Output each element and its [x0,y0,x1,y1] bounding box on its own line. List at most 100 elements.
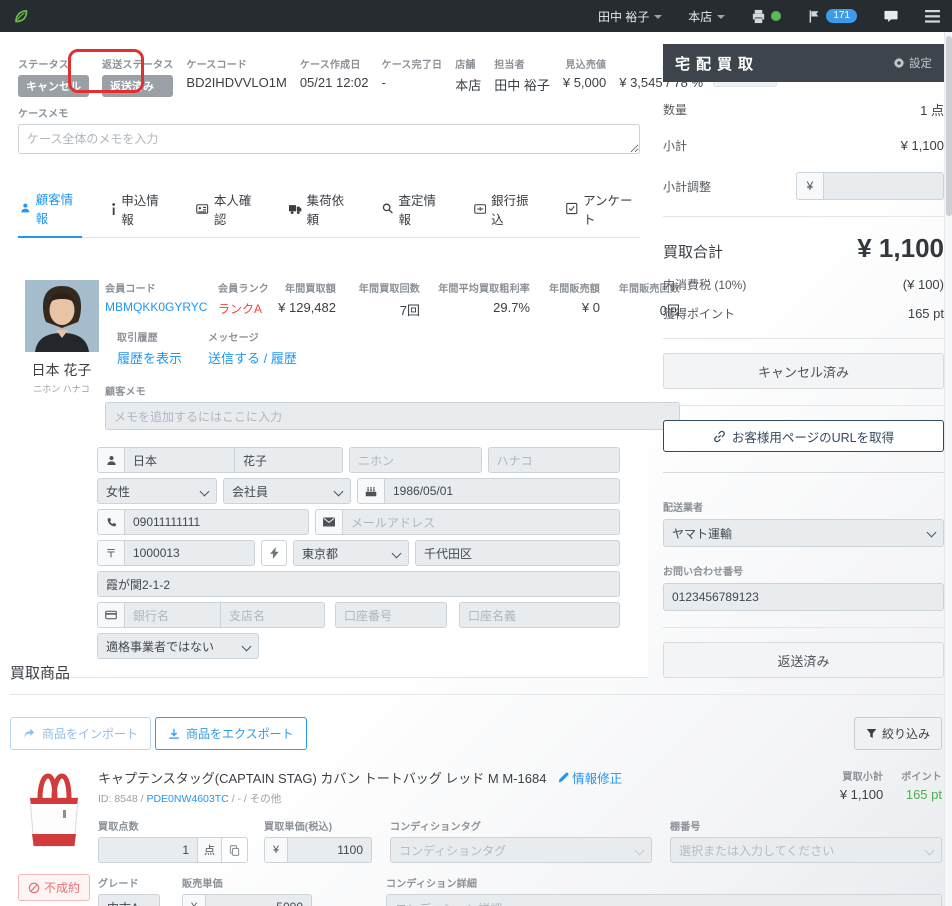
total-row: 買取合計 ¥ 1,100 [663,233,944,264]
case-header: ステータス キャンセル 返送ステータス 返送済み ケースコード BD2IHDVV… [10,44,778,97]
app-logo-icon[interactable] [12,7,30,25]
shelf-number-select[interactable]: 選択または入力してください [670,837,942,863]
download-icon [169,728,179,739]
condition-detail-input[interactable] [386,894,942,906]
case-memo-label: ケースメモ [18,109,69,120]
import-products-button[interactable]: 商品をインポート [10,717,152,750]
tab-label: 査定情報 [398,193,436,227]
postal-lookup-button[interactable] [261,540,287,566]
product-totals: 買取小計 ¥ 1,100 ポイント 165 pt [830,768,942,802]
customer-kana: ニホン ハナコ [33,384,90,394]
kana-first-field[interactable]: ハナコ [487,447,620,473]
stat-label: 年間買取回数 [358,284,420,295]
scrollbar[interactable] [944,32,952,906]
unit-price-input[interactable]: 1100 [288,837,372,863]
account-number-field[interactable]: 口座番号 [335,602,447,628]
product-row: 不成約 キャプテンスタッグ(CAPTAIN STAG) カバン トートバッグ レ… [10,768,942,906]
customer-section: 日本 花子 ニホン ハナコ 会員コード MBMQKK0GYRYC 会員ランク ラ… [18,280,680,433]
kana-last-field[interactable]: ニホン [349,447,482,473]
bank-name-field[interactable]: 銀行名 [125,602,221,628]
last-name-field[interactable]: 日本 [125,447,235,473]
member-code-link[interactable]: MBMQKK0GYRYC [105,300,218,314]
settings-label: 設定 [909,58,932,70]
cancelled-button[interactable]: キャンセル済み [663,353,944,389]
import-button-label: 商品をインポート [42,727,139,741]
qty-row: 数量 1 点 [663,100,944,119]
chat-menu[interactable] [883,9,899,24]
sale-price-input[interactable]: 5000 [206,894,312,906]
message-history-link[interactable]: 履歴 [271,351,297,366]
case-completed-group: ケース完了日 - [382,56,443,90]
product-code-link[interactable]: PDE0NW4603TC [146,793,228,805]
gender-select[interactable]: 女性 [97,478,217,504]
customer-stats: 会員コード MBMQKK0GYRYC 会員ランク ランクA 年間買取額 ¥ 12… [105,280,680,319]
export-products-button[interactable]: 商品をエクスポート [155,717,307,750]
account-holder-field[interactable]: 口座名義 [459,602,620,628]
branch-name-field[interactable]: 支店名 [221,602,325,628]
product-qty-input[interactable]: 1 [98,837,198,863]
phone-field[interactable]: 09011111111 [125,509,309,535]
customer-photo-column: 日本 花子 ニホン ハナコ [18,280,105,433]
chat-bubble-icon [884,10,898,22]
grade-select[interactable]: 中古A [98,894,160,906]
search-icon [382,203,393,214]
unsold-badge: 不成約 [17,874,90,901]
person-icon [21,203,30,213]
tab-survey[interactable]: アンケート [564,183,640,237]
tab-assessment-info[interactable]: 査定情報 [380,183,445,237]
address-field[interactable]: 霞が関2-1-2 [97,571,620,597]
qty-label: 数量 [663,103,688,117]
show-history-link[interactable]: 履歴を表示 [117,348,182,367]
customer-page-url-button[interactable]: お客様用ページのURLを取得 [663,420,944,452]
stat-label: 年間買取額 [285,284,336,295]
prefecture-select[interactable]: 東京都 [293,540,409,566]
case-staff-group: 担当者 田中 裕子 [494,56,550,94]
store-menu[interactable]: 本店 [688,8,726,25]
product-image[interactable] [16,768,92,860]
case-memo-input[interactable] [18,124,640,154]
tab-pickup-request[interactable]: 集荷依頼 [287,183,353,237]
condition-tag-select[interactable]: コンディションタグ [390,837,652,863]
customer-main: 会員コード MBMQKK0GYRYC 会員ランク ランクA 年間買取額 ¥ 12… [105,280,680,433]
settings-button[interactable]: 設定 [893,55,932,71]
birthday-field[interactable]: 1986/05/01 [385,478,620,504]
occupation-select[interactable]: 会社員 [223,478,351,504]
return-status-label: 返送ステータス [102,60,174,71]
city-field[interactable]: 千代田区 [415,540,620,566]
tab-label: 集荷依頼 [306,193,345,227]
divider [663,216,944,217]
printer-status[interactable] [751,9,782,24]
email-field[interactable]: メールアドレス [343,509,620,535]
tab-customer-info[interactable]: 顧客情報 [18,183,82,238]
tab-bank-transfer[interactable]: 銀行振込 [472,183,538,237]
carrier-select[interactable]: ヤマト運輸 [663,519,944,547]
main-menu[interactable] [925,9,940,23]
divider [663,405,944,406]
flag-icon [809,9,819,23]
filter-button[interactable]: 絞り込み [853,717,942,750]
qty-value: 1 点 [920,103,944,118]
customer-memo-input[interactable] [105,402,680,430]
order-summary-panel: 宅配買取 設定 数量 1 点 小計 ¥ 1,100 小計調整 ¥ 買取合計 ¥ … [663,44,944,695]
case-staff-label: 担当者 [494,60,525,71]
status-badge: キャンセル [18,75,89,97]
invoice-status-select[interactable]: 適格事業者ではない [97,633,259,659]
tab-application-info[interactable]: 申込情報 [109,183,168,237]
adjustment-input[interactable] [824,172,944,200]
scrollbar-thumb[interactable] [946,36,952,216]
case-memo-section: ケースメモ [10,97,648,157]
first-name-field[interactable]: 花子 [235,447,343,473]
bank-transfer-icon [473,203,486,214]
tab-identity-check[interactable]: 本人確認 [194,183,260,237]
copy-button[interactable] [222,837,248,863]
send-message-link[interactable]: 送信する [208,351,260,366]
postal-code-field[interactable]: 1000013 [125,540,255,566]
points-value: 165 pt [907,306,944,321]
notifications[interactable]: 171 [807,9,857,24]
est-price-value: ¥ 5,000 [562,75,607,90]
import-icon [24,728,35,738]
edit-product-link[interactable]: 情報修正 [558,768,622,787]
tracking-number-input[interactable]: 0123456789123 [663,583,944,611]
user-menu[interactable]: 田中 裕子 [598,8,663,25]
customer-photo [24,280,99,352]
